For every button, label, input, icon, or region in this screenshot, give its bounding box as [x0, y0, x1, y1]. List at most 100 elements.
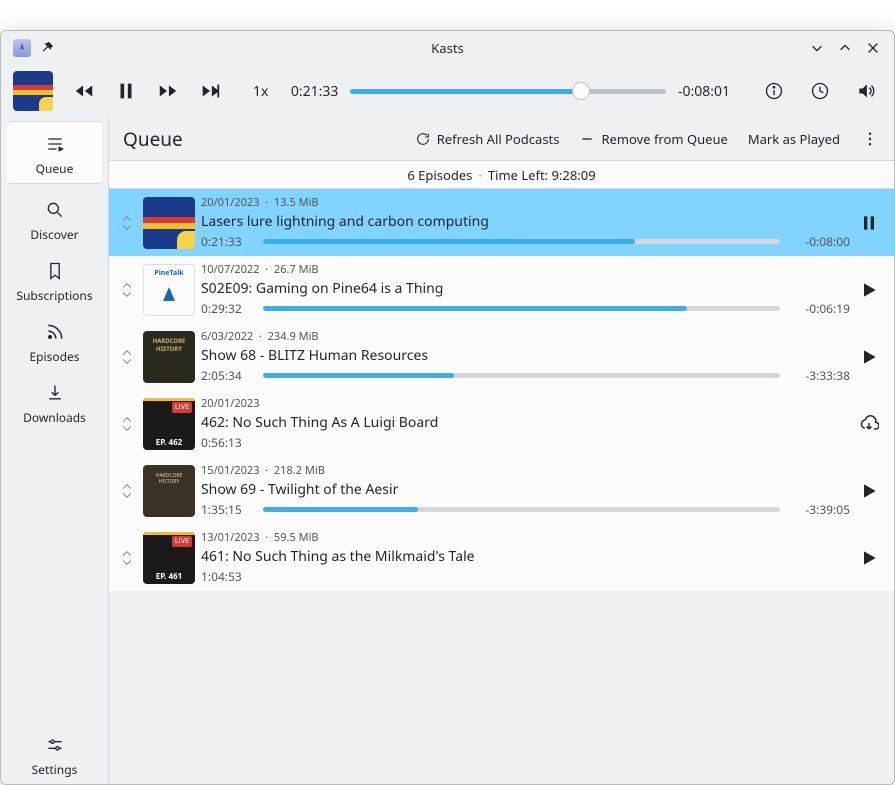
- episode-download-button[interactable]: [856, 414, 886, 434]
- episode-meta: 6/03/2022 · 234.9 MiB: [201, 329, 850, 344]
- remaining-time: -0:08:01: [678, 82, 754, 101]
- app-icon: [13, 39, 31, 57]
- episode-meta: 10/07/2022 · 26.7 MiB: [201, 262, 850, 277]
- episode-artwork[interactable]: HARDCOREHISTORY: [143, 331, 195, 383]
- pin-icon[interactable]: [39, 39, 57, 57]
- episode-info: 13/01/2023 · 59.5 MiB461: No Such Thing …: [201, 530, 850, 585]
- overflow-menu-icon[interactable]: [860, 130, 880, 148]
- episode-elapsed: 1:35:15: [201, 501, 255, 518]
- sidebar-item-episodes[interactable]: Episodes: [1, 310, 108, 371]
- episode-elapsed: 0:29:32: [201, 300, 255, 317]
- search-icon: [45, 200, 65, 220]
- skip-back-button[interactable]: [71, 78, 97, 104]
- sidebar-item-label: Queue: [36, 160, 74, 177]
- episode-row[interactable]: LIVEEP. 462 20/01/2023 462: No Such Thing …: [109, 390, 894, 457]
- nowplaying-artwork[interactable]: [13, 71, 53, 111]
- episode-remaining: -0:06:19: [788, 300, 850, 317]
- episode-play-button[interactable]: [856, 280, 886, 300]
- episode-progress: [263, 507, 780, 512]
- window-title: Kasts: [93, 39, 802, 57]
- sidebar-item-label: Episodes: [29, 348, 79, 365]
- episode-play-button[interactable]: [856, 548, 886, 568]
- episode-row[interactable]: HARDCOREHISTORY 15/01/2023 · 218.2 MiB Sho…: [109, 457, 894, 524]
- episode-info: 6/03/2022 · 234.9 MiB Show 68 - BLITZ Hum…: [201, 329, 850, 384]
- episode-artwork[interactable]: LIVEEP. 462: [143, 398, 195, 450]
- episode-remaining: -3:39:05: [788, 501, 850, 518]
- episode-row[interactable]: PineTalk 10/07/2022 · 26.7 MiB S02E09: Gam…: [109, 256, 894, 323]
- drag-handle-icon[interactable]: [117, 484, 137, 498]
- sidebar-item-settings[interactable]: Settings: [1, 723, 108, 784]
- episode-progress: [263, 239, 780, 244]
- episode-progress: [263, 373, 780, 378]
- episode-title: Show 68 - BLITZ Human Resources: [201, 346, 850, 365]
- episode-elapsed: 0:21:33: [201, 233, 255, 250]
- skip-forward-button[interactable]: [155, 78, 181, 104]
- episode-row[interactable]: LIVEEP. 46113/01/2023 · 59.5 MiB461: No …: [109, 524, 894, 591]
- episode-duration: 1:04:53: [201, 568, 255, 585]
- app-window: Kasts: [0, 30, 895, 785]
- rss-icon: [45, 322, 65, 342]
- minimize-button[interactable]: [808, 39, 826, 57]
- mark-as-played-button[interactable]: Mark as Played: [748, 130, 840, 148]
- episode-meta: 20/01/2023: [201, 396, 850, 411]
- queue-icon: [45, 134, 65, 154]
- remove-from-queue-button[interactable]: Remove from Queue: [579, 130, 727, 148]
- sidebar-item-label: Downloads: [23, 409, 86, 426]
- episode-meta: 15/01/2023 · 218.2 MiB: [201, 463, 850, 478]
- episode-artwork[interactable]: LIVEEP. 461: [143, 532, 195, 584]
- playback-speed[interactable]: 1x: [253, 82, 268, 101]
- episode-remaining: -3:33:38: [788, 367, 850, 384]
- episode-list: 20/01/2023 · 13.5 MiBLasers lure lightni…: [109, 189, 894, 784]
- refresh-button[interactable]: Refresh All Podcasts: [415, 130, 560, 148]
- drag-handle-icon[interactable]: [117, 216, 137, 230]
- drag-handle-icon[interactable]: [117, 350, 137, 364]
- sidebar-item-queue[interactable]: Queue: [7, 121, 102, 184]
- settings-icon: [45, 735, 65, 755]
- next-button[interactable]: [197, 78, 223, 104]
- episode-elapsed: 2:05:34: [201, 367, 255, 384]
- episode-play-button[interactable]: [856, 347, 886, 367]
- maximize-button[interactable]: [836, 39, 854, 57]
- volume-icon[interactable]: [854, 79, 878, 103]
- episode-title: 462: No Such Thing As A Luigi Board: [201, 413, 850, 432]
- bookmark-icon: [45, 261, 65, 281]
- episode-artwork[interactable]: [143, 197, 195, 249]
- elapsed-time: 0:21:33: [276, 82, 338, 101]
- episode-artwork[interactable]: HARDCOREHISTORY: [143, 465, 195, 517]
- episode-info: 20/01/2023 462: No Such Thing As A Luigi …: [201, 396, 850, 451]
- sidebar-item-label: Settings: [32, 761, 78, 778]
- pause-button[interactable]: [113, 78, 139, 104]
- episode-row[interactable]: HARDCOREHISTORY 6/03/2022 · 234.9 MiB Show…: [109, 323, 894, 390]
- episode-artwork[interactable]: PineTalk: [143, 264, 195, 316]
- titlebar: Kasts: [1, 31, 894, 65]
- seek-slider[interactable]: [350, 84, 666, 98]
- episode-remaining: -0:08:00: [788, 233, 850, 250]
- sleep-timer-icon[interactable]: [808, 79, 832, 103]
- episode-count: 6 Episodes: [407, 166, 472, 184]
- episode-duration: 0:56:13: [201, 434, 255, 451]
- episode-title: S02E09: Gaming on Pine64 is a Thing: [201, 279, 850, 298]
- episode-row[interactable]: 20/01/2023 · 13.5 MiBLasers lure lightni…: [109, 189, 894, 256]
- drag-handle-icon[interactable]: [117, 283, 137, 297]
- sidebar-item-label: Discover: [30, 226, 78, 243]
- close-button[interactable]: [864, 39, 882, 57]
- episode-pause-button[interactable]: [856, 213, 886, 233]
- episode-play-button[interactable]: [856, 481, 886, 501]
- main-content: Queue Refresh All Podcasts Remove from Q…: [109, 117, 894, 784]
- episode-title: Lasers lure lightning and carbon computi…: [201, 212, 850, 231]
- episode-meta: 13/01/2023 · 59.5 MiB: [201, 530, 850, 545]
- episode-title: Show 69 - Twilight of the Aesir: [201, 480, 850, 499]
- sidebar-item-subscriptions[interactable]: Subscriptions: [1, 249, 108, 310]
- player-bar: 1x 0:21:33 -0:08:01: [1, 65, 894, 117]
- episode-info: 20/01/2023 · 13.5 MiBLasers lure lightni…: [201, 195, 850, 250]
- episode-progress: [263, 306, 780, 311]
- sidebar-item-discover[interactable]: Discover: [1, 188, 108, 249]
- drag-handle-icon[interactable]: [117, 417, 137, 431]
- drag-handle-icon[interactable]: [117, 551, 137, 565]
- time-left: Time Left: 9:28:09: [488, 166, 596, 184]
- info-icon[interactable]: [762, 79, 786, 103]
- download-icon: [45, 383, 65, 403]
- episode-info: 15/01/2023 · 218.2 MiB Show 69 - Twilight…: [201, 463, 850, 518]
- sidebar-item-downloads[interactable]: Downloads: [1, 371, 108, 432]
- toolbar: Queue Refresh All Podcasts Remove from Q…: [109, 117, 894, 161]
